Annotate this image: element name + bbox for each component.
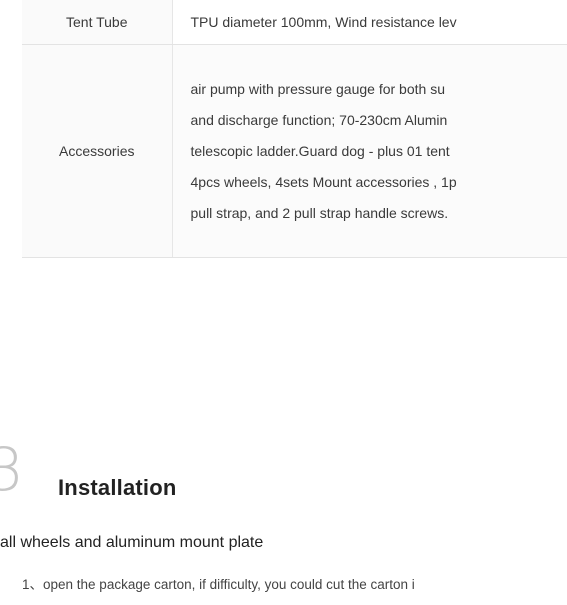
section-number: 3 (0, 435, 25, 505)
table-row-tent-tube: Tent Tube TPU diameter 100mm, Wind resis… (22, 0, 567, 45)
spec-table: Tent Tube TPU diameter 100mm, Wind resis… (22, 0, 567, 258)
accessories-line: telescopic ladder.Guard dog - plus 01 te… (190, 142, 450, 159)
section-title: Installation (58, 475, 177, 500)
accessories-line: and discharge function; 70-230cm Alumin (190, 111, 448, 128)
spec-value-tent-tube: TPU diameter 100mm, Wind resistance lev (172, 0, 567, 45)
accessories-line: 4pcs wheels, 4sets Mount accessories , 1… (190, 173, 457, 190)
product-manual-page: Tent Tube TPU diameter 100mm, Wind resis… (0, 0, 567, 605)
subsection-title: all wheels and aluminum mount plate (0, 534, 264, 551)
table-row-accessories: Accessories air pump with pressure gauge… (22, 44, 567, 258)
spec-value-accessories: air pump with pressure gauge for both su… (172, 44, 567, 258)
accessories-line: air pump with pressure gauge for both su (190, 80, 445, 97)
step-instruction: 1、open the package carton, if difficulty… (22, 577, 415, 592)
accessories-line: pull strap, and 2 pull strap handle scre… (190, 204, 449, 221)
spec-key-tent-tube: Tent Tube (22, 0, 173, 45)
spec-key-accessories: Accessories (22, 44, 173, 258)
